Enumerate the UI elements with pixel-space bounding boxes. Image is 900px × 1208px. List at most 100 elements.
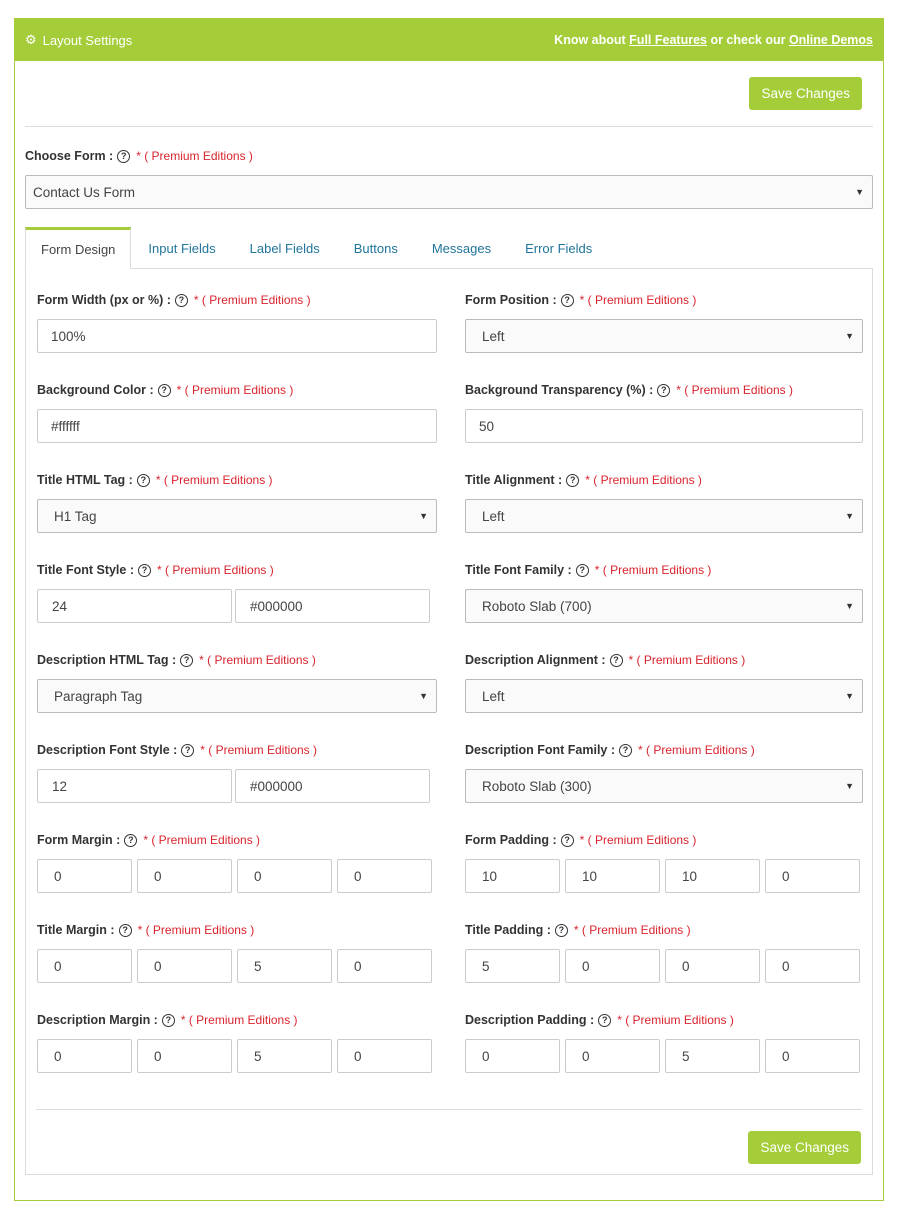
title-padding-left-input[interactable]: 0 xyxy=(765,949,860,983)
title-margin-label: Title Margin :? * ( Premium Editions ) xyxy=(37,921,437,939)
help-icon[interactable]: ? xyxy=(554,923,568,937)
tab-label-fields[interactable]: Label Fields xyxy=(233,227,337,269)
background-transparency-input[interactable]: 50 xyxy=(465,409,863,443)
description-font-color-input[interactable]: #000000 xyxy=(235,769,430,803)
help-icon[interactable]: ? xyxy=(138,563,151,577)
tab-messages[interactable]: Messages xyxy=(415,227,508,269)
title-font-family-label: Title Font Family :? * ( Premium Editions… xyxy=(465,561,863,579)
full-features-link[interactable]: Full Features xyxy=(629,33,707,47)
caret-down-icon: ▼ xyxy=(845,691,854,701)
form-padding-top-input[interactable]: 10 xyxy=(465,859,560,893)
premium-note: * ( Premium Editions ) xyxy=(137,923,255,937)
title-font-color-input[interactable]: #000000 xyxy=(235,589,430,623)
title-margin-top-input[interactable]: 0 xyxy=(37,949,132,983)
description-html-tag-label: Description HTML Tag :? * ( Premium Editi… xyxy=(37,651,437,669)
premium-note: * ( Premium Editions ) xyxy=(176,383,294,397)
form-padding-label: Form Padding :? * ( Premium Editions ) xyxy=(465,831,863,849)
help-icon[interactable]: ? xyxy=(174,293,188,307)
form-position-select[interactable]: Left ▼ xyxy=(465,319,863,353)
help-icon[interactable]: ? xyxy=(124,833,138,847)
help-icon[interactable]: ? xyxy=(566,473,580,487)
description-margin-left-input[interactable]: 0 xyxy=(337,1039,432,1073)
save-changes-button-top[interactable]: Save Changes xyxy=(749,77,862,110)
description-html-tag-select[interactable]: Paragraph Tag ▼ xyxy=(37,679,437,713)
title-alignment-label: Title Alignment :? * ( Premium Editions ) xyxy=(465,471,863,489)
tab-error-fields[interactable]: Error Fields xyxy=(508,227,609,269)
online-demos-link[interactable]: Online Demos xyxy=(789,33,873,47)
form-margin-bottom-input[interactable]: 0 xyxy=(237,859,332,893)
choose-form-select[interactable]: Contact Us Form ▼ xyxy=(25,175,873,209)
description-padding-bottom-input[interactable]: 5 xyxy=(665,1039,760,1073)
title-alignment-field: Title Alignment :? * ( Premium Editions )… xyxy=(465,471,863,533)
description-margin-label: Description Margin :? * ( Premium Edition… xyxy=(37,1011,437,1029)
help-icon[interactable]: ? xyxy=(560,833,574,847)
form-margin-left-input[interactable]: 0 xyxy=(337,859,432,893)
premium-note: * ( Premium Editions ) xyxy=(155,473,273,487)
premium-note: * ( Premium Editions ) xyxy=(638,743,755,757)
title-html-tag-value: H1 Tag xyxy=(54,508,97,524)
description-font-family-select[interactable]: Roboto Slab (300) ▼ xyxy=(465,769,863,803)
title-html-tag-field: Title HTML Tag :? * ( Premium Editions ) … xyxy=(37,471,437,533)
title-padding-label: Title Padding :? * ( Premium Editions ) xyxy=(465,921,863,939)
description-font-size-input[interactable]: 12 xyxy=(37,769,232,803)
form-padding-left-input[interactable]: 0 xyxy=(765,859,860,893)
form-margin-label: Form Margin :? * ( Premium Editions ) xyxy=(37,831,437,849)
description-margin-top-input[interactable]: 0 xyxy=(37,1039,132,1073)
tab-input-fields[interactable]: Input Fields xyxy=(131,227,232,269)
description-font-family-label: Description Font Family :? * ( Premium Ed… xyxy=(465,741,863,759)
description-margin-field: Description Margin :? * ( Premium Edition… xyxy=(37,1011,437,1073)
description-margin-right-input[interactable]: 0 xyxy=(137,1039,232,1073)
title-padding-right-input[interactable]: 0 xyxy=(565,949,660,983)
title-padding-bottom-input[interactable]: 0 xyxy=(665,949,760,983)
help-icon[interactable]: ? xyxy=(609,653,623,667)
title-margin-right-input[interactable]: 0 xyxy=(137,949,232,983)
form-padding-bottom-input[interactable]: 10 xyxy=(665,859,760,893)
help-icon[interactable]: ? xyxy=(560,293,574,307)
know-about-text: Know about xyxy=(554,33,630,47)
caret-down-icon: ▼ xyxy=(419,691,428,701)
background-color-input[interactable]: #ffffff xyxy=(37,409,437,443)
form-width-input[interactable]: 100% xyxy=(37,319,437,353)
description-padding-field: Description Padding :? * ( Premium Editio… xyxy=(465,1011,863,1073)
help-icon[interactable]: ? xyxy=(136,473,150,487)
title-margin-left-input[interactable]: 0 xyxy=(337,949,432,983)
caret-down-icon: ▼ xyxy=(845,601,854,611)
help-icon[interactable]: ? xyxy=(117,149,131,163)
tab-form-design[interactable]: Form Design xyxy=(25,227,132,269)
description-margin-bottom-input[interactable]: 5 xyxy=(237,1039,332,1073)
title-alignment-select[interactable]: Left ▼ xyxy=(465,499,863,533)
form-margin-right-input[interactable]: 0 xyxy=(137,859,232,893)
tab-buttons[interactable]: Buttons xyxy=(337,227,415,269)
title-padding-top-input[interactable]: 5 xyxy=(465,949,560,983)
title-margin-bottom-input[interactable]: 5 xyxy=(237,949,332,983)
help-icon[interactable]: ? xyxy=(181,743,195,757)
title-html-tag-label-text: Title HTML Tag : xyxy=(37,473,133,487)
help-icon[interactable]: ? xyxy=(161,1013,175,1027)
description-padding-top-input[interactable]: 0 xyxy=(465,1039,560,1073)
description-alignment-select[interactable]: Left ▼ xyxy=(465,679,863,713)
description-padding-right-input[interactable]: 0 xyxy=(565,1039,660,1073)
help-icon[interactable]: ? xyxy=(657,383,671,397)
help-icon[interactable]: ? xyxy=(619,743,633,757)
title-font-family-select[interactable]: Roboto Slab (700) ▼ xyxy=(465,589,863,623)
title-padding-label-text: Title Padding : xyxy=(465,923,551,937)
background-transparency-label-text: Background Transparency (%) : xyxy=(465,383,654,397)
title-html-tag-select[interactable]: H1 Tag ▼ xyxy=(37,499,437,533)
help-icon[interactable]: ? xyxy=(598,1013,612,1027)
save-changes-button-bottom[interactable]: Save Changes xyxy=(748,1131,861,1164)
help-icon[interactable]: ? xyxy=(118,923,132,937)
header-links: Know about Full Features or check our On… xyxy=(554,33,873,47)
premium-note: * ( Premium Editions ) xyxy=(594,563,712,577)
description-alignment-value: Left xyxy=(482,688,505,704)
form-margin-top-input[interactable]: 0 xyxy=(37,859,132,893)
description-padding-left-input[interactable]: 0 xyxy=(765,1039,860,1073)
form-width-label: Form Width (px or %) :? * ( Premium Editi… xyxy=(37,291,437,309)
form-padding-right-input[interactable]: 10 xyxy=(565,859,660,893)
background-transparency-label: Background Transparency (%) :? * ( Premiu… xyxy=(465,381,863,399)
title-font-size-input[interactable]: 24 xyxy=(37,589,232,623)
premium-note: * ( Premium Editions ) xyxy=(628,653,746,667)
premium-note: * ( Premium Editions ) xyxy=(199,653,316,667)
help-icon[interactable]: ? xyxy=(157,383,171,397)
help-icon[interactable]: ? xyxy=(575,563,589,577)
help-icon[interactable]: ? xyxy=(180,653,194,667)
